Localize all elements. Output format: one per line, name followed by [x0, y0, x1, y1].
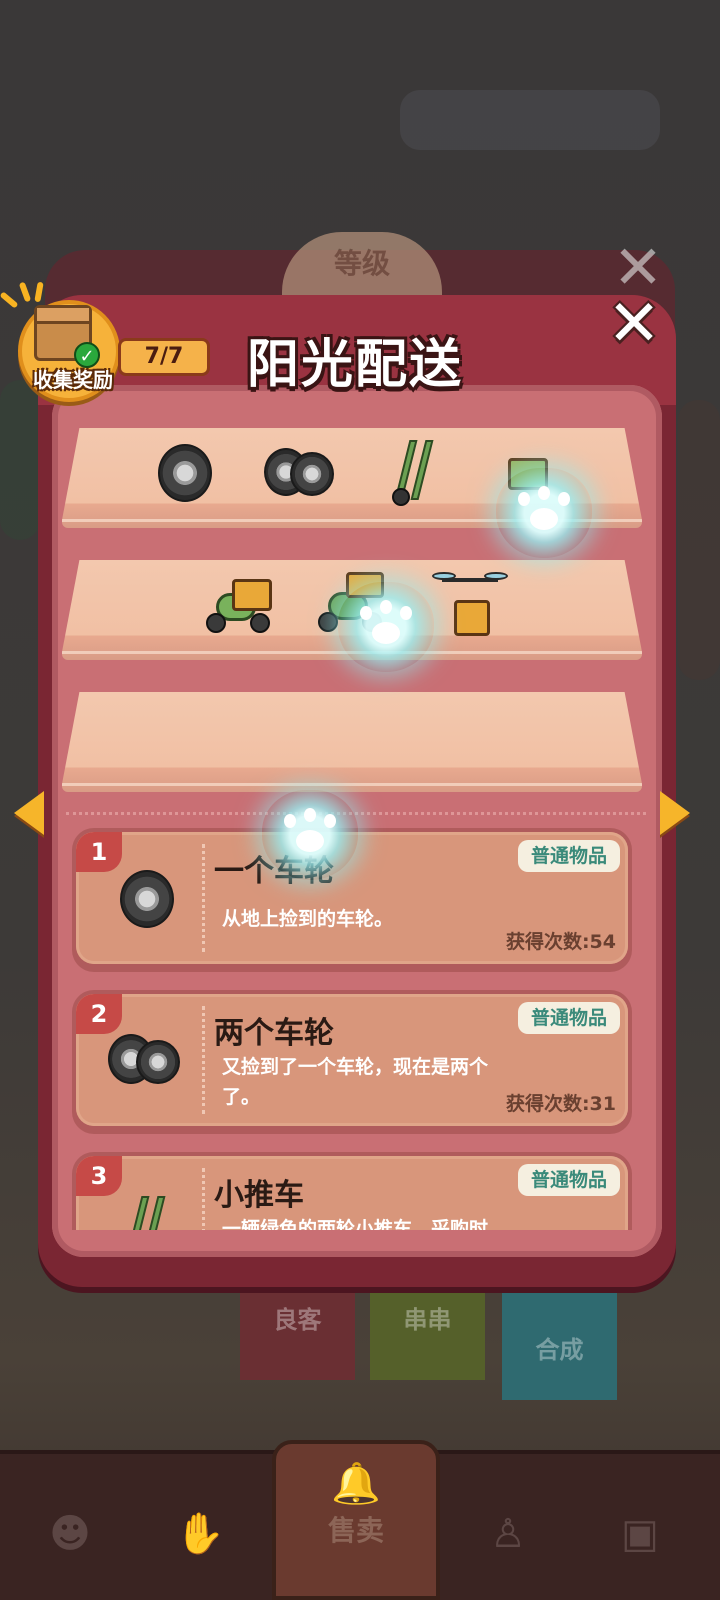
background-tab-merge: 合成 [502, 1280, 617, 1400]
nav-handshake-icon[interactable]: ✋ [160, 1494, 240, 1574]
next-page-arrow[interactable] [656, 790, 692, 836]
item-description: 一辆绿色的两轮小推车，采购时 [222, 1218, 489, 1230]
collect-reward-label: 收集奖励 [33, 368, 113, 392]
background-tab: 串串 [370, 1280, 485, 1380]
list-item[interactable]: 2 两个车轮 又捡到了一个车轮，现在是两个了。 普通物品 获得次数:31 [72, 990, 632, 1134]
item-list[interactable]: 1 一个车轮 从地上捡到的车轮。 普通物品 获得次数:54 2 两个车轮 又捡到… [68, 828, 638, 1230]
list-item[interactable]: 3 小推车 一辆绿色的两轮小推车，采购时 普通物品 [72, 1152, 632, 1230]
rarity-badge: 普通物品 [518, 1164, 620, 1196]
paw-sparkle-icon [496, 468, 592, 558]
background-blur [400, 90, 660, 150]
tire-icon[interactable] [158, 444, 212, 502]
item-description: 又捡到了一个车轮，现在是两个了。 [222, 1056, 489, 1108]
arrow-left-icon [14, 791, 44, 835]
collection-progress: 7/7 [118, 338, 210, 376]
divider [66, 812, 646, 815]
arrow-right-icon [660, 791, 690, 835]
nav-profile-icon[interactable]: ♙ [468, 1494, 548, 1574]
item-description: 从地上捡到的车轮。 [222, 908, 394, 930]
paw-sparkle-icon [262, 790, 358, 880]
close-button[interactable]: ✕ [604, 292, 664, 356]
tire-icon [136, 1040, 180, 1084]
previous-page-arrow[interactable] [12, 790, 48, 836]
shelf-row [62, 692, 642, 792]
rarity-badge: 普通物品 [518, 1002, 620, 1034]
obtain-count: 获得次数:31 [505, 1093, 616, 1115]
double-tire-icon[interactable] [264, 448, 338, 498]
tire-icon [120, 870, 174, 928]
obtain-count: 获得次数:54 [505, 931, 616, 953]
page-title: 阳光配送 [246, 335, 463, 395]
item-image [106, 1190, 186, 1230]
item-name: 两个车轮 [214, 1016, 334, 1051]
item-image [106, 866, 186, 936]
paw-sparkle-icon [338, 582, 434, 672]
nav-bag-icon[interactable]: ☻ [30, 1494, 110, 1574]
background-tabs: 良客 串串 合成 [240, 1280, 620, 1400]
drone-parcel-icon[interactable] [432, 570, 508, 640]
background-building [0, 380, 40, 540]
background-building [678, 400, 720, 680]
item-name: 小推车 [214, 1178, 304, 1213]
nav-sell-button[interactable]: 🔔 售卖 [272, 1440, 440, 1600]
scooter-parcel-icon[interactable] [206, 579, 272, 633]
bell-icon: 🔔 [331, 1461, 381, 1507]
rarity-badge: 普通物品 [518, 840, 620, 872]
nav-bus-icon[interactable]: ▣ [600, 1494, 680, 1574]
background-tab: 良客 [240, 1280, 355, 1380]
hand-truck-icon [120, 1196, 170, 1230]
hand-truck-icon[interactable] [388, 440, 438, 506]
nav-sell-label: 售卖 [327, 1514, 384, 1547]
item-image [106, 1028, 186, 1098]
